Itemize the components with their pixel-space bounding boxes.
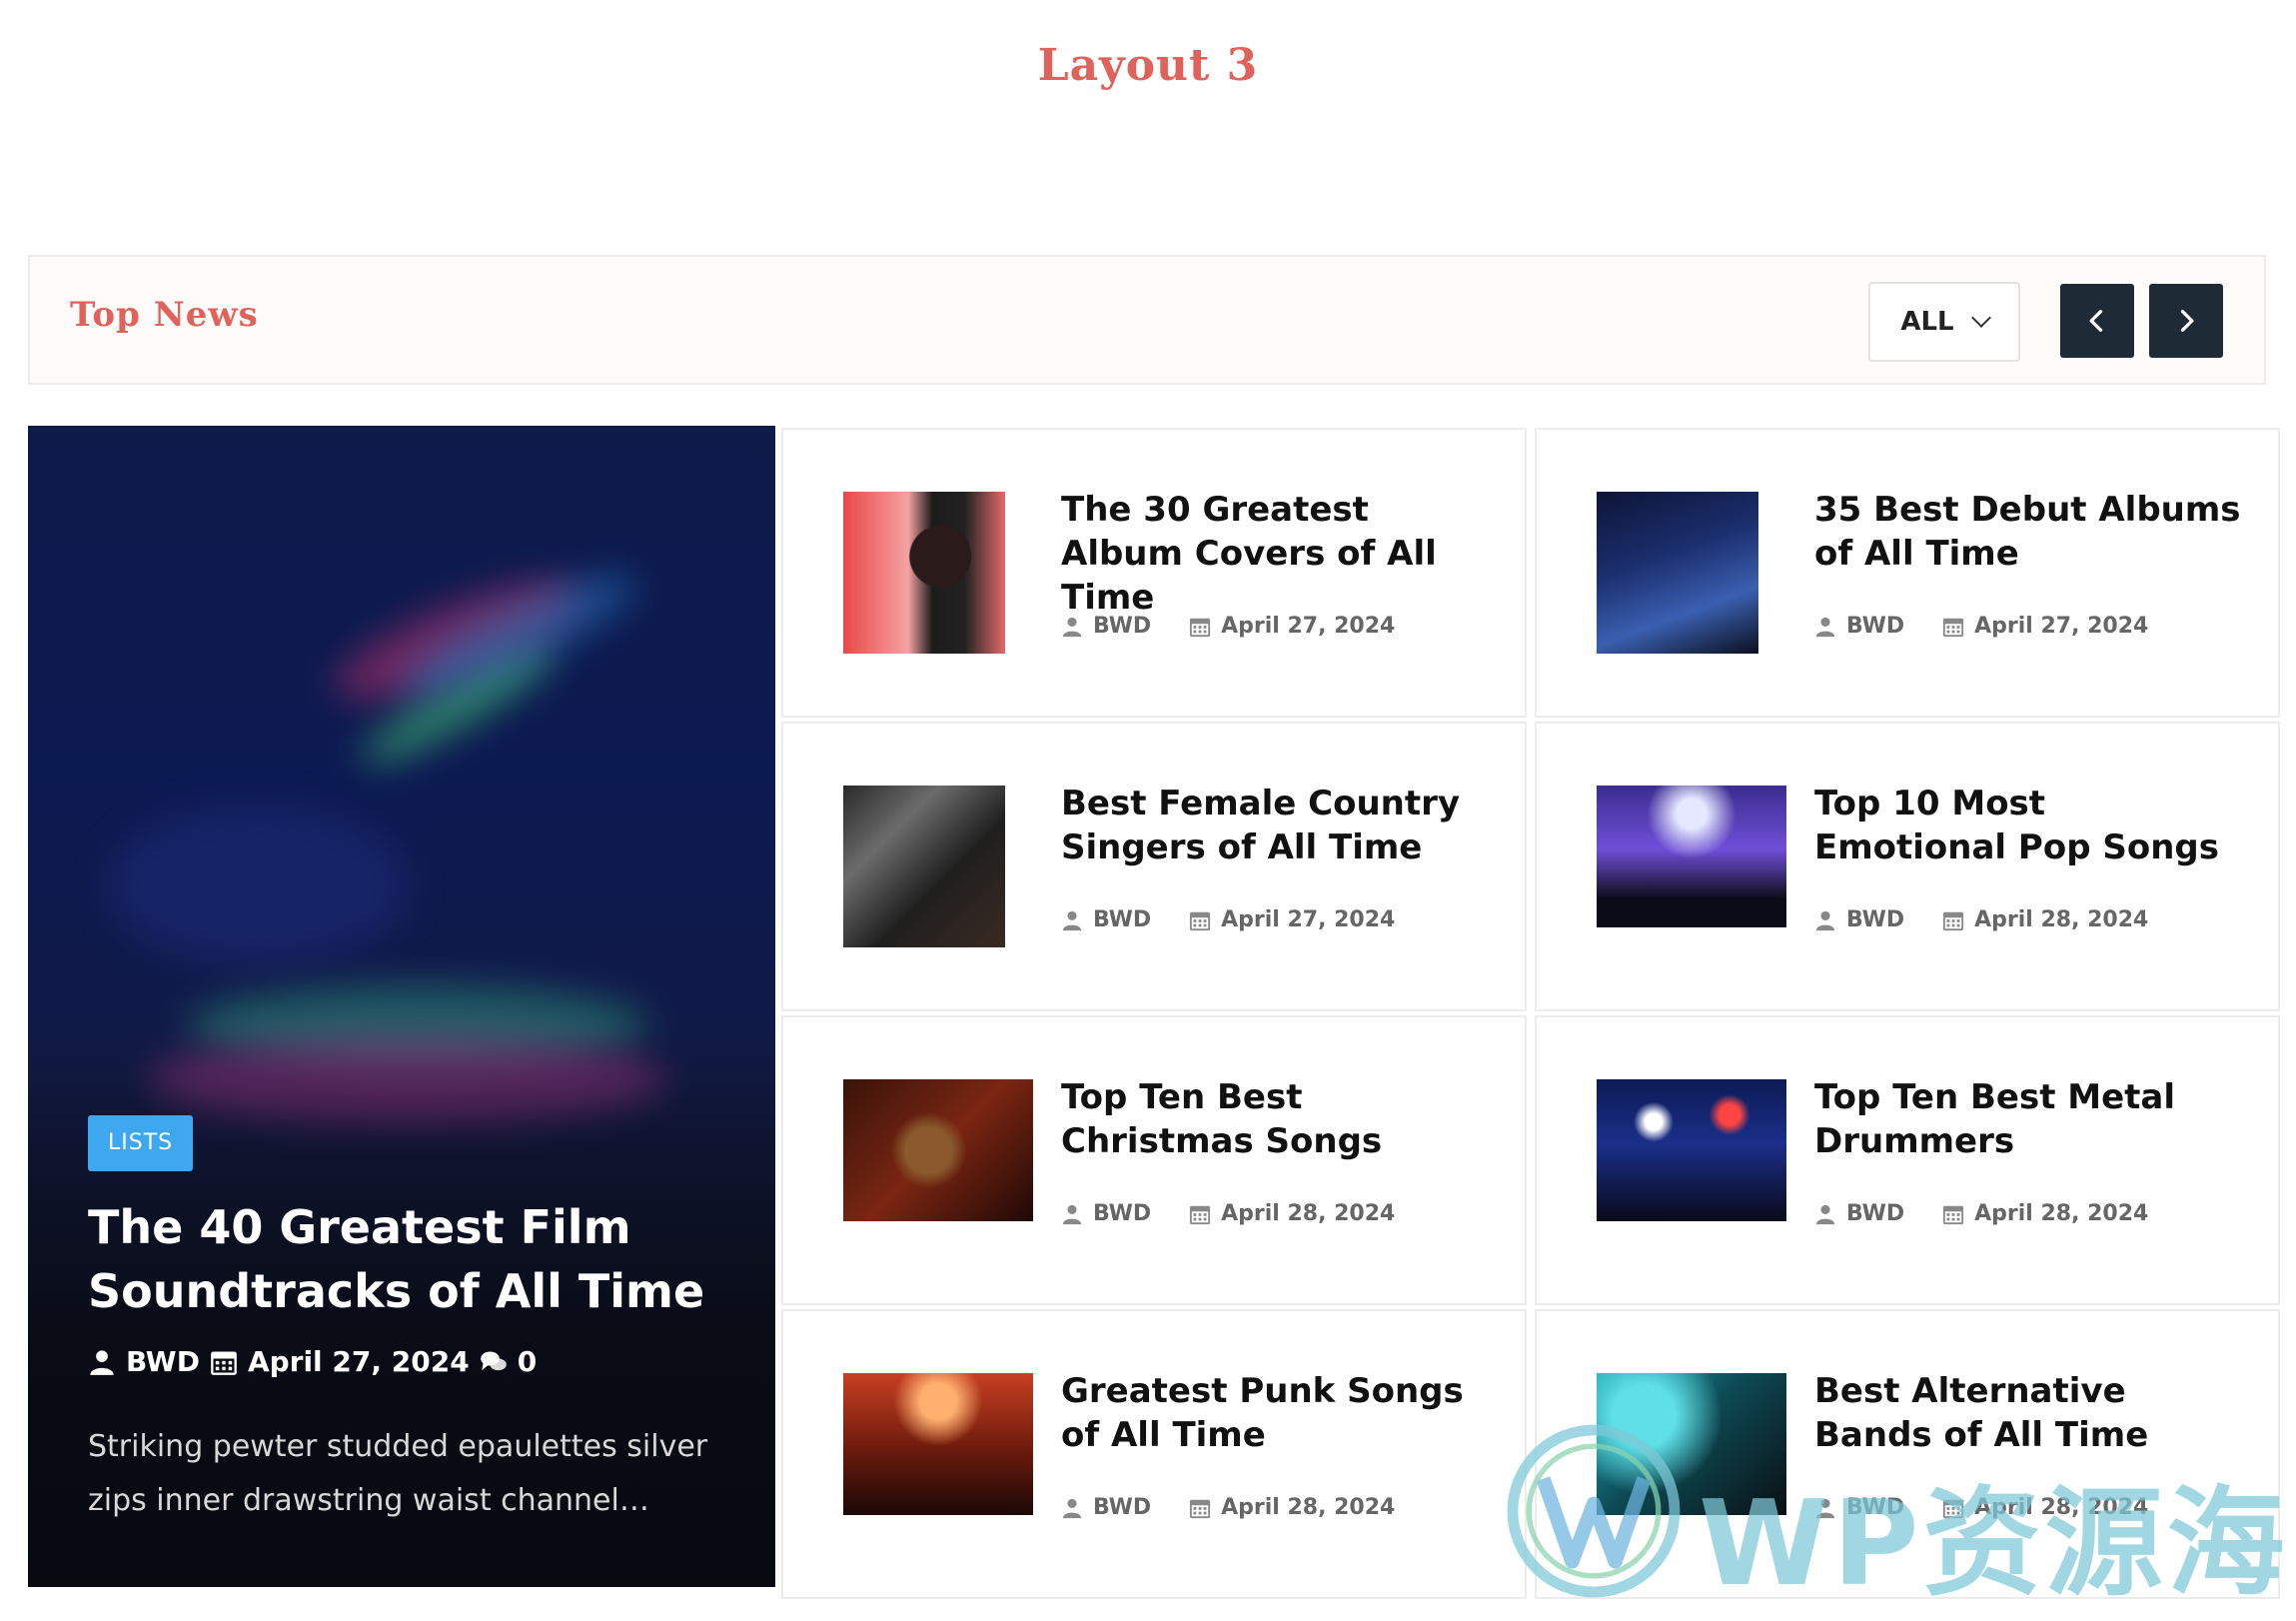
post-thumbnail[interactable] (1597, 492, 1758, 654)
post-date: April 27, 2024 (1974, 614, 2149, 639)
post-meta: BWD April 28, 2024 (1814, 907, 2148, 932)
feature-meta: BWD April 27, 2024 0 (88, 1345, 537, 1378)
post-date: April 27, 2024 (1221, 907, 1396, 932)
user-icon (1815, 910, 1835, 930)
post-thumbnail[interactable] (1597, 786, 1786, 927)
post-thumbnail[interactable] (843, 492, 1005, 654)
news-card[interactable]: Greatest Punk Songs of All Time BWD April … (781, 1309, 1527, 1599)
post-date: April 28, 2024 (1974, 907, 2149, 932)
news-card[interactable]: The 30 Greatest Album Covers of All Time… (781, 428, 1527, 718)
calendar-icon (1190, 1499, 1211, 1518)
user-icon (1815, 617, 1835, 637)
section-title: Top News (70, 295, 259, 335)
user-icon (1062, 1498, 1082, 1518)
prev-button[interactable] (2060, 284, 2134, 358)
user-icon (1062, 910, 1082, 930)
next-button[interactable] (2149, 284, 2223, 358)
post-author[interactable]: BWD (1093, 907, 1151, 932)
user-icon (1062, 617, 1082, 637)
chevron-right-icon (2180, 310, 2194, 332)
calendar-icon (1190, 618, 1211, 637)
calendar-icon (1943, 911, 1964, 930)
post-author[interactable]: BWD (1846, 907, 1904, 932)
calendar-icon (1190, 911, 1211, 930)
post-meta: BWD April 28, 2024 (1061, 1495, 1395, 1520)
post-title[interactable]: Top Ten Best Christmas Songs (1061, 1075, 1491, 1163)
post-meta: BWD April 27, 2024 (1061, 614, 1395, 639)
chevron-down-icon (1970, 308, 1991, 328)
watermark: WP资源海 (1504, 1419, 2285, 1612)
feature-comments-count[interactable]: 0 (518, 1345, 537, 1378)
calendar-icon (1190, 1205, 1211, 1224)
post-title[interactable]: Greatest Punk Songs of All Time (1061, 1369, 1491, 1457)
feature-excerpt: Striking pewter studded epaulettes silve… (88, 1429, 708, 1518)
post-author[interactable]: BWD (1093, 614, 1151, 639)
comments-icon (480, 1351, 507, 1370)
chevron-left-icon (2089, 310, 2103, 332)
post-title[interactable]: Top Ten Best Metal Drummers (1814, 1075, 2244, 1163)
post-date: April 28, 2024 (1974, 1201, 2149, 1226)
post-date: April 27, 2024 (1221, 614, 1396, 639)
feature-title[interactable]: The 40 Greatest Film Soundtracks of All … (88, 1195, 727, 1323)
user-icon (1815, 1204, 1835, 1224)
featured-post[interactable]: LISTS The 40 Greatest Film Soundtracks o… (28, 426, 775, 1587)
news-card[interactable]: Top 10 Most Emotional Pop Songs BWD April … (1535, 722, 2280, 1011)
user-icon (90, 1349, 114, 1375)
feature-author[interactable]: BWD (126, 1345, 200, 1378)
watermark-text: WP资源海 (1699, 1474, 2289, 1612)
post-meta: BWD April 27, 2024 (1814, 614, 2148, 639)
post-author[interactable]: BWD (1846, 614, 1904, 639)
post-author[interactable]: BWD (1093, 1495, 1151, 1520)
post-thumbnail[interactable] (1597, 1079, 1786, 1221)
filter-label: ALL (1900, 307, 1954, 337)
post-author[interactable]: BWD (1846, 1201, 1904, 1226)
category-filter-dropdown[interactable]: ALL (1868, 282, 2020, 362)
user-icon (1062, 1204, 1082, 1224)
calendar-icon (1943, 1205, 1964, 1224)
post-date: April 28, 2024 (1221, 1201, 1396, 1226)
wordpress-logo-icon (1507, 1424, 1681, 1598)
calendar-icon (1943, 618, 1964, 637)
post-thumbnail[interactable] (843, 1373, 1033, 1515)
post-title[interactable]: 35 Best Debut Albums of All Time (1814, 488, 2244, 576)
news-card[interactable]: Best Female Country Singers of All Time B… (781, 722, 1527, 1011)
category-badge[interactable]: LISTS (88, 1115, 194, 1171)
post-meta: BWD April 28, 2024 (1814, 1201, 2148, 1226)
layout-title: Layout 3 (1037, 40, 1259, 91)
feature-date: April 27, 2024 (247, 1345, 470, 1378)
post-meta: BWD April 28, 2024 (1061, 1201, 1395, 1226)
post-date: April 28, 2024 (1221, 1495, 1396, 1520)
post-title[interactable]: Top 10 Most Emotional Pop Songs (1814, 782, 2244, 869)
top-news-header: Top News ALL (28, 255, 2266, 385)
post-author[interactable]: BWD (1093, 1201, 1151, 1226)
post-meta: BWD April 27, 2024 (1061, 907, 1395, 932)
news-card[interactable]: 35 Best Debut Albums of All Time BWD April… (1535, 428, 2280, 718)
news-card[interactable]: Top Ten Best Metal Drummers BWD April 28, … (1535, 1015, 2280, 1305)
post-thumbnail[interactable] (843, 786, 1005, 947)
feature-image-blur (108, 806, 408, 965)
post-title[interactable]: Best Female Country Singers of All Time (1061, 782, 1491, 869)
post-title[interactable]: The 30 Greatest Album Covers of All Time (1061, 488, 1491, 620)
post-thumbnail[interactable] (843, 1079, 1033, 1221)
calendar-icon (211, 1351, 237, 1375)
news-card[interactable]: Top Ten Best Christmas Songs BWD April 28,… (781, 1015, 1527, 1305)
